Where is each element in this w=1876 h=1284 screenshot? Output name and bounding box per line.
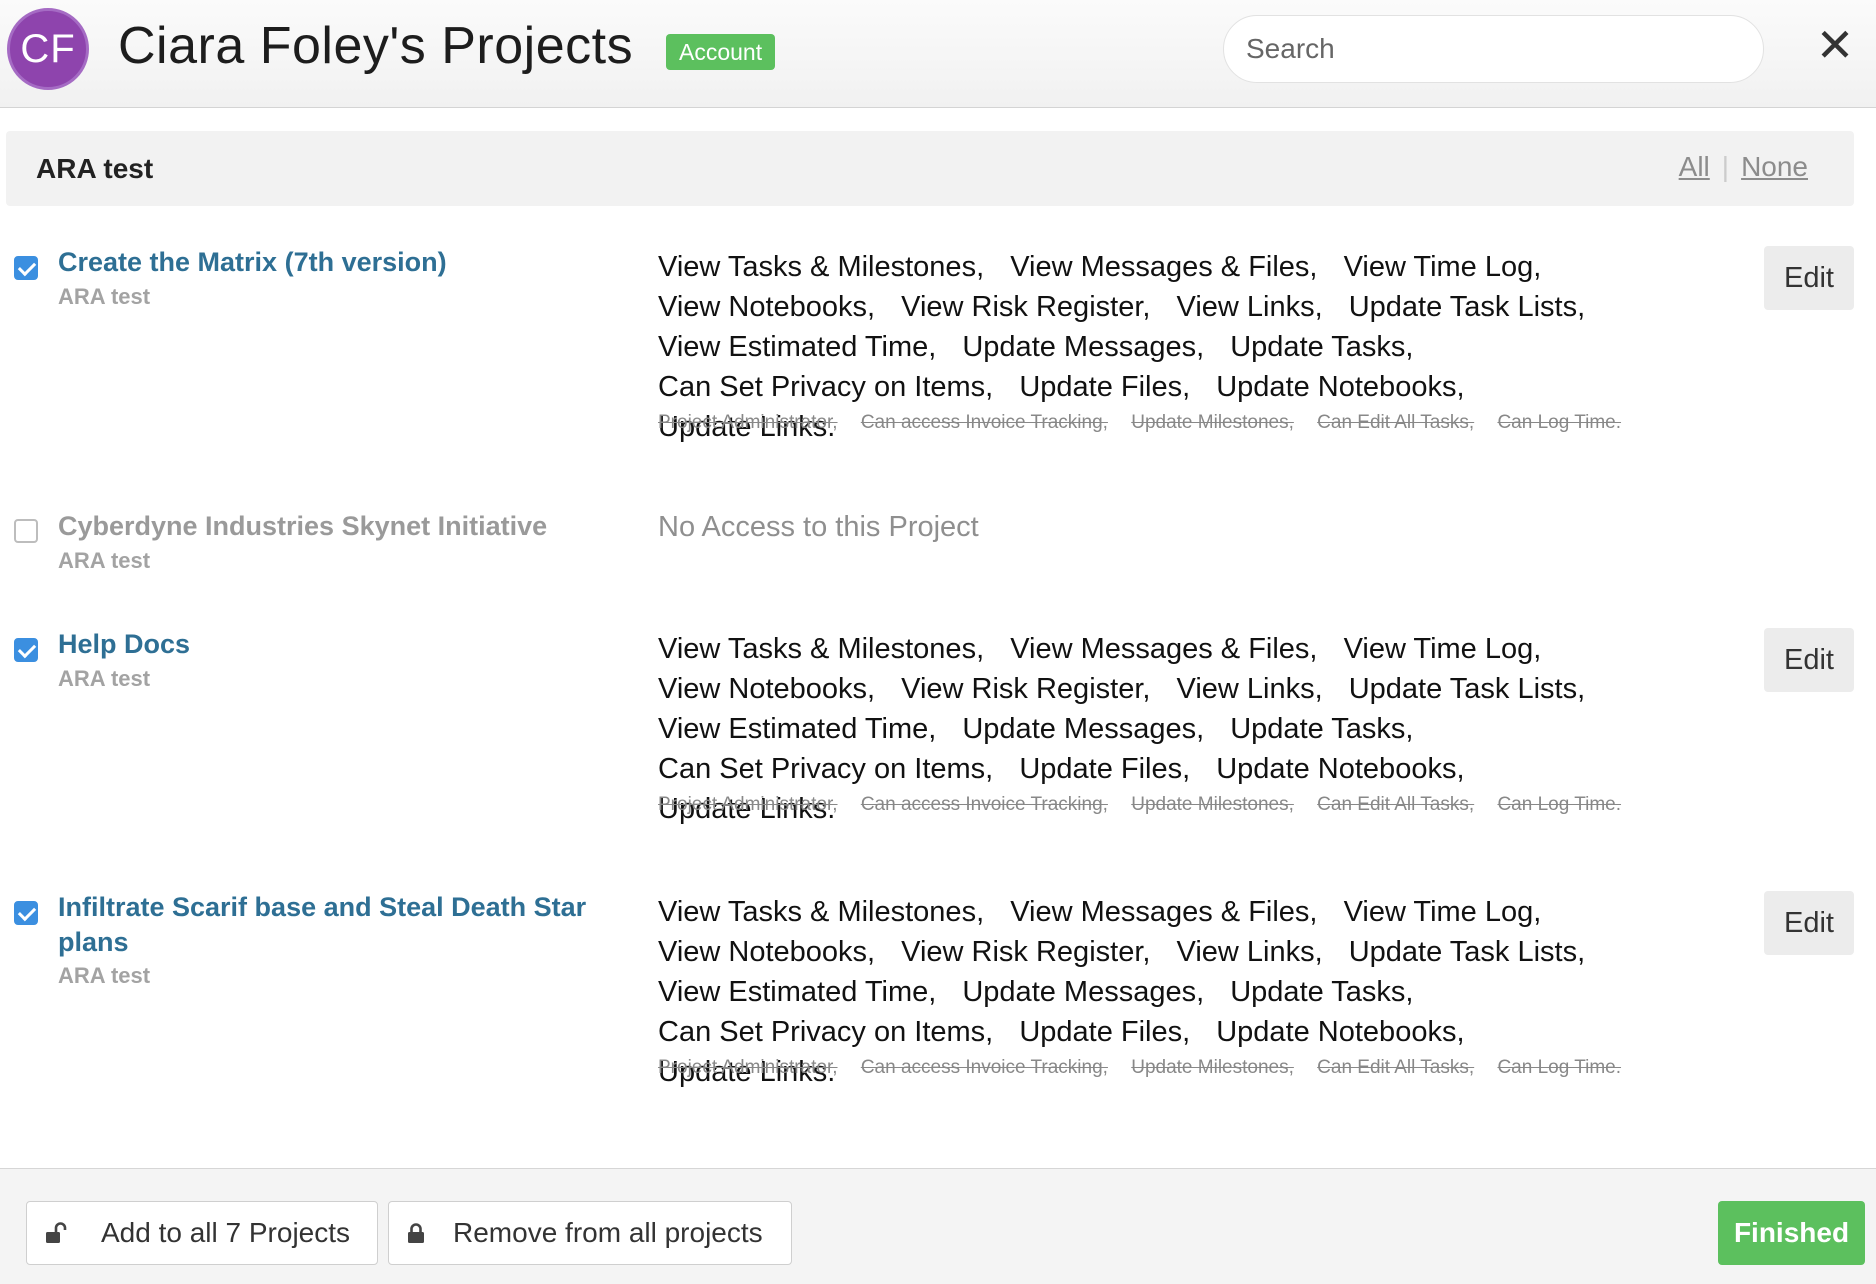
- add-to-all-label: Add to all 7 Projects: [101, 1217, 351, 1248]
- remove-from-all-button[interactable]: Remove from all projects: [388, 1201, 792, 1265]
- link-separator: |: [1721, 151, 1730, 182]
- project-name[interactable]: Cyberdyne Industries Skynet Initiative: [58, 509, 618, 544]
- disabled-permission-item: Can Edit All Tasks,: [1317, 794, 1475, 815]
- search-input[interactable]: [1223, 15, 1764, 83]
- permission-item: View Time Log,: [1343, 251, 1542, 283]
- disabled-permission-item: Can access Invoice Tracking,: [860, 412, 1108, 433]
- project-group-label: ARA test: [58, 284, 151, 309]
- permission-item: Update Files,: [1019, 1016, 1191, 1048]
- permission-item: View Notebooks,: [658, 291, 876, 323]
- permission-item: View Messages & Files,: [1010, 633, 1318, 665]
- project-group-label: ARA test: [58, 666, 151, 691]
- select-all-link[interactable]: All: [1679, 151, 1710, 182]
- permission-item: View Notebooks,: [658, 673, 876, 705]
- permission-item: Update Files,: [1019, 753, 1191, 785]
- permission-item: Update Notebooks,: [1216, 371, 1465, 403]
- permission-item: Update Files,: [1019, 371, 1191, 403]
- lock-icon: [408, 1223, 424, 1243]
- select-links: All | None: [1679, 151, 1808, 183]
- project-checkbox[interactable]: [14, 256, 38, 280]
- avatar: CF: [7, 8, 89, 90]
- permission-item: View Tasks & Milestones,: [658, 251, 985, 283]
- header-bar: CF Ciara Foley's Projects Account ✕: [0, 0, 1876, 108]
- account-badge[interactable]: Account: [666, 34, 776, 70]
- project-name[interactable]: Create the Matrix (7th version): [58, 245, 618, 280]
- permission-item: Update Task Lists,: [1348, 673, 1586, 705]
- group-title: ARA test: [36, 153, 154, 184]
- project-name[interactable]: Help Docs: [58, 627, 618, 662]
- disabled-permission-item: Can Edit All Tasks,: [1317, 1057, 1475, 1078]
- disabled-permission-item: Update Milestones,: [1131, 1057, 1294, 1078]
- edit-button[interactable]: Edit: [1764, 628, 1854, 692]
- no-access-text: No Access to this Project: [658, 511, 979, 543]
- permission-item: Update Tasks,: [1230, 976, 1414, 1008]
- project-group-label: ARA test: [58, 548, 151, 573]
- project-checkbox[interactable]: [14, 519, 38, 543]
- unlock-icon: [46, 1222, 67, 1243]
- permission-item: View Tasks & Milestones,: [658, 896, 985, 928]
- disabled-permission-list: Project Administrator, Can access Invoic…: [658, 789, 1648, 821]
- disabled-permission-item: Can Log Time.: [1497, 794, 1622, 815]
- edit-button[interactable]: Edit: [1764, 891, 1854, 955]
- disabled-permission-item: Can access Invoice Tracking,: [860, 1057, 1108, 1078]
- permission-item: View Time Log,: [1343, 633, 1542, 665]
- permission-item: View Risk Register,: [901, 291, 1151, 323]
- permission-item: Update Notebooks,: [1216, 753, 1465, 785]
- permission-item: View Estimated Time,: [658, 976, 937, 1008]
- permission-item: Update Tasks,: [1230, 713, 1414, 745]
- disabled-permission-item: Can Edit All Tasks,: [1317, 412, 1475, 433]
- disabled-permission-item: Update Milestones,: [1131, 412, 1294, 433]
- permission-item: Update Task Lists,: [1348, 936, 1586, 968]
- permission-item: View Links,: [1176, 936, 1323, 968]
- permission-item: Update Messages,: [962, 976, 1205, 1008]
- page-title: Ciara Foley's Projects: [118, 17, 634, 75]
- disabled-permission-list: Project Administrator, Can access Invoic…: [658, 407, 1648, 439]
- permission-item: View Links,: [1176, 673, 1323, 705]
- group-header: ARA test All | None: [6, 131, 1854, 206]
- permission-item: View Time Log,: [1343, 896, 1542, 928]
- permission-item: Can Set Privacy on Items,: [658, 371, 994, 403]
- permission-item: View Messages & Files,: [1010, 896, 1318, 928]
- permission-item: Update Tasks,: [1230, 331, 1414, 363]
- permission-item: Update Messages,: [962, 713, 1205, 745]
- add-to-all-button[interactable]: Add to all 7 Projects: [26, 1201, 378, 1265]
- permission-item: Update Notebooks,: [1216, 1016, 1465, 1048]
- permission-item: Update Messages,: [962, 331, 1205, 363]
- project-name[interactable]: Infiltrate Scarif base and Steal Death S…: [58, 890, 618, 960]
- project-group-label: ARA test: [58, 963, 151, 988]
- disabled-permission-item: Update Milestones,: [1131, 794, 1294, 815]
- finished-button[interactable]: Finished: [1718, 1201, 1865, 1265]
- disabled-permission-item: Can Log Time.: [1497, 1057, 1622, 1078]
- disabled-permission-item: Project Administrator,: [658, 412, 838, 433]
- footer-bar: Add to all 7 Projects Remove from all pr…: [0, 1168, 1876, 1284]
- select-none-link[interactable]: None: [1741, 151, 1808, 182]
- permission-item: View Messages & Files,: [1010, 251, 1318, 283]
- permission-item: View Risk Register,: [901, 936, 1151, 968]
- permission-item: View Estimated Time,: [658, 713, 937, 745]
- disabled-permission-list: Project Administrator, Can access Invoic…: [658, 1052, 1648, 1084]
- disabled-permission-item: Can access Invoice Tracking,: [860, 794, 1108, 815]
- disabled-permission-item: Can Log Time.: [1497, 412, 1622, 433]
- remove-from-all-label: Remove from all projects: [453, 1217, 763, 1248]
- permission-item: View Notebooks,: [658, 936, 876, 968]
- disabled-permission-item: Project Administrator,: [658, 794, 838, 815]
- project-checkbox[interactable]: [14, 638, 38, 662]
- disabled-permission-item: Project Administrator,: [658, 1057, 838, 1078]
- permission-item: View Risk Register,: [901, 673, 1151, 705]
- permission-item: Can Set Privacy on Items,: [658, 753, 994, 785]
- close-icon[interactable]: ✕: [1810, 20, 1860, 70]
- permission-item: View Tasks & Milestones,: [658, 633, 985, 665]
- project-checkbox[interactable]: [14, 901, 38, 925]
- permission-item: View Links,: [1176, 291, 1323, 323]
- edit-button[interactable]: Edit: [1764, 246, 1854, 310]
- permission-item: Can Set Privacy on Items,: [658, 1016, 994, 1048]
- permission-item: View Estimated Time,: [658, 331, 937, 363]
- permission-item: Update Task Lists,: [1348, 291, 1586, 323]
